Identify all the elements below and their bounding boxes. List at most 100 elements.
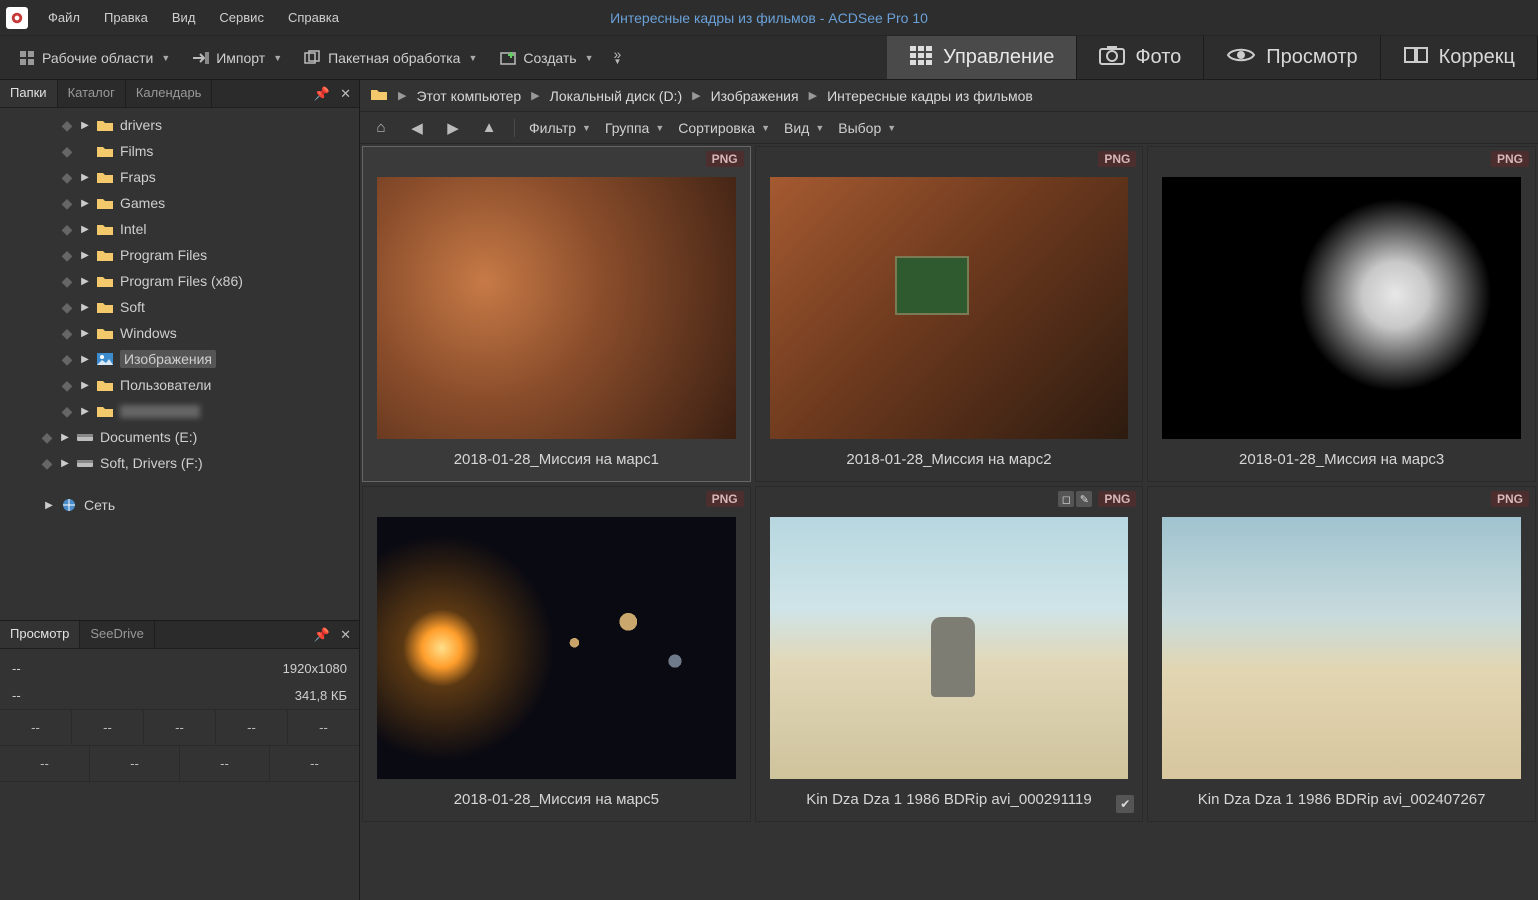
mode-manage[interactable]: Управление [887, 36, 1077, 79]
menu-edit[interactable]: Правка [92, 6, 160, 29]
home-icon[interactable]: ⌂ [370, 117, 392, 139]
breadcrumb-current[interactable]: Интересные кадры из фильмов [827, 88, 1033, 104]
menu-tools[interactable]: Сервис [207, 6, 276, 29]
tab-preview[interactable]: Просмотр [0, 621, 80, 648]
pin-icon[interactable]: 📌 [314, 86, 330, 102]
menu-file[interactable]: Файл [36, 6, 92, 29]
menu-help[interactable]: Справка [276, 6, 351, 29]
back-icon[interactable]: ◀ [406, 117, 428, 139]
batch-button[interactable]: Пакетная обработка ▼ [296, 45, 485, 71]
expand-icon[interactable]: ▶ [60, 458, 70, 469]
shield-icon: ◆ [60, 143, 74, 160]
sort-dropdown[interactable]: Сортировка▼ [678, 120, 770, 136]
tree-item-soft[interactable]: ◆ ▶ Soft [2, 294, 357, 320]
shield-icon: ◆ [60, 221, 74, 238]
tree-item-fraps[interactable]: ◆ ▶ Fraps [2, 164, 357, 190]
menu-view[interactable]: Вид [160, 6, 208, 29]
expand-icon[interactable]: ▶ [80, 354, 90, 365]
thumbnail-image [1162, 177, 1521, 439]
app-icon [6, 7, 28, 29]
expand-icon[interactable]: ▶ [80, 250, 90, 261]
expand-icon[interactable]: ▶ [80, 224, 90, 235]
filter-dropdown[interactable]: Фильтр▼ [529, 120, 591, 136]
thumbnail-caption: Kin Dza Dza 1 1986 BDRip avi_002407267 [1148, 785, 1535, 821]
expand-icon[interactable]: ▶ [80, 406, 90, 417]
folder-icon [96, 195, 114, 211]
up-icon[interactable]: ▲ [478, 117, 500, 139]
chevron-right-icon: ▶ [392, 89, 412, 102]
expand-icon[interactable]: ▶ [80, 120, 90, 131]
thumbnail-item[interactable]: PNG 2018-01-28_Миссия на марс5 [362, 486, 751, 822]
import-button[interactable]: Импорт ▼ [184, 45, 290, 71]
mode-preview[interactable]: Просмотр [1204, 36, 1380, 79]
batch-icon [304, 49, 322, 67]
folder-icon [96, 403, 114, 419]
shield-icon: ◆ [60, 351, 74, 368]
expand-icon[interactable]: ▶ [80, 380, 90, 391]
tree-item-windows[interactable]: ◆ ▶ Windows [2, 320, 357, 346]
mode-photo[interactable]: Фото [1077, 36, 1204, 79]
close-icon[interactable]: ✕ [340, 627, 351, 643]
format-badge: PNG [1098, 151, 1136, 167]
tree-item-blurred[interactable]: ◆ ▶ [2, 398, 357, 424]
create-button[interactable]: Создать ▼ [491, 45, 601, 71]
tab-folders[interactable]: Папки [0, 80, 58, 107]
folder-icon [96, 221, 114, 237]
tree-item-images[interactable]: ◆ ▶ Изображения [2, 346, 357, 372]
tree-item-games[interactable]: ◆ ▶ Games [2, 190, 357, 216]
mode-edit[interactable]: Коррекц [1381, 36, 1538, 79]
tree-item-soft-drivers-f[interactable]: ◆ ▶ Soft, Drivers (F:) [2, 450, 357, 476]
close-icon[interactable]: ✕ [340, 86, 351, 102]
eye-icon [1226, 45, 1256, 71]
select-dropdown[interactable]: Выбор▼ [838, 120, 896, 136]
folder-icon [96, 247, 114, 263]
main-toolbar: Рабочие области ▼ Импорт ▼ Пакетная обра… [0, 36, 1538, 80]
tab-seedrive[interactable]: SeeDrive [80, 621, 154, 648]
group-dropdown[interactable]: Группа▼ [605, 120, 664, 136]
tree-item-films[interactable]: ◆ ▶ Films [2, 138, 357, 164]
folder-icon [96, 143, 114, 159]
expand-icon[interactable]: ▶ [80, 302, 90, 313]
breadcrumb-images[interactable]: Изображения [711, 88, 799, 104]
thumbnail-item[interactable]: ◻✎ PNG Kin Dza Dza 1 1986 BDRip avi_0002… [755, 486, 1144, 822]
expand-icon[interactable]: ▶ [60, 432, 70, 443]
expand-icon[interactable]: ▶ [80, 172, 90, 183]
format-badge: PNG [706, 491, 744, 507]
folder-tree[interactable]: ◆ ▶ drivers ◆ ▶ Films ◆ ▶ Fraps ◆ ▶ [0, 108, 359, 620]
shield-icon: ◆ [60, 377, 74, 394]
tab-calendar[interactable]: Календарь [126, 80, 213, 107]
breadcrumb-drive-d[interactable]: Локальный диск (D:) [550, 88, 683, 104]
tree-item-documents-e[interactable]: ◆ ▶ Documents (E:) [2, 424, 357, 450]
expand-icon[interactable]: ▶ [80, 198, 90, 209]
tree-item-programfiles[interactable]: ◆ ▶ Program Files [2, 242, 357, 268]
tree-item-drivers[interactable]: ◆ ▶ drivers [2, 112, 357, 138]
thumbnail-item[interactable]: PNG 2018-01-28_Миссия на марс3 [1147, 146, 1536, 482]
breadcrumb-thispc[interactable]: Этот компьютер [416, 88, 521, 104]
expand-icon[interactable]: ▶ [80, 328, 90, 339]
format-badge: PNG [1098, 491, 1136, 507]
tree-item-users[interactable]: ◆ ▶ Пользователи [2, 372, 357, 398]
thumbnail-item[interactable]: PNG Kin Dza Dza 1 1986 BDRip avi_0024072… [1147, 486, 1536, 822]
meta-cell: -- [288, 710, 359, 745]
dropdown-caret-icon: ▼ [273, 53, 282, 63]
tree-item-network[interactable]: ◆ ▶ Сеть [2, 492, 357, 518]
expand-icon[interactable]: ▶ [44, 500, 54, 511]
thumbnail-item[interactable]: PNG 2018-01-28_Миссия на марс1 [362, 146, 751, 482]
tab-catalog[interactable]: Каталог [58, 80, 126, 107]
chevron-right-icon: ▶ [525, 89, 545, 102]
pin-icon[interactable]: 📌 [314, 627, 330, 643]
expand-icon[interactable]: ▶ [80, 276, 90, 287]
tree-item-programfilesx86[interactable]: ◆ ▶ Program Files (x86) [2, 268, 357, 294]
thumbnail-image [377, 517, 736, 779]
toolbar-overflow-icon[interactable]: »▼ [614, 51, 634, 65]
mode-tabs: Управление Фото Просмотр Коррекц [887, 36, 1538, 79]
thumbnail-item[interactable]: PNG 2018-01-28_Миссия на марс2 [755, 146, 1144, 482]
forward-icon[interactable]: ▶ [442, 117, 464, 139]
dropdown-caret-icon: ▼ [161, 53, 170, 63]
tree-item-intel[interactable]: ◆ ▶ Intel [2, 216, 357, 242]
view-dropdown[interactable]: Вид▼ [784, 120, 824, 136]
check-icon[interactable]: ✔ [1116, 795, 1134, 813]
thumbnail-caption: 2018-01-28_Миссия на марс2 [756, 445, 1143, 481]
workspaces-button[interactable]: Рабочие области ▼ [10, 45, 178, 71]
preview-panel-tabs: Просмотр SeeDrive 📌 ✕ [0, 621, 359, 649]
